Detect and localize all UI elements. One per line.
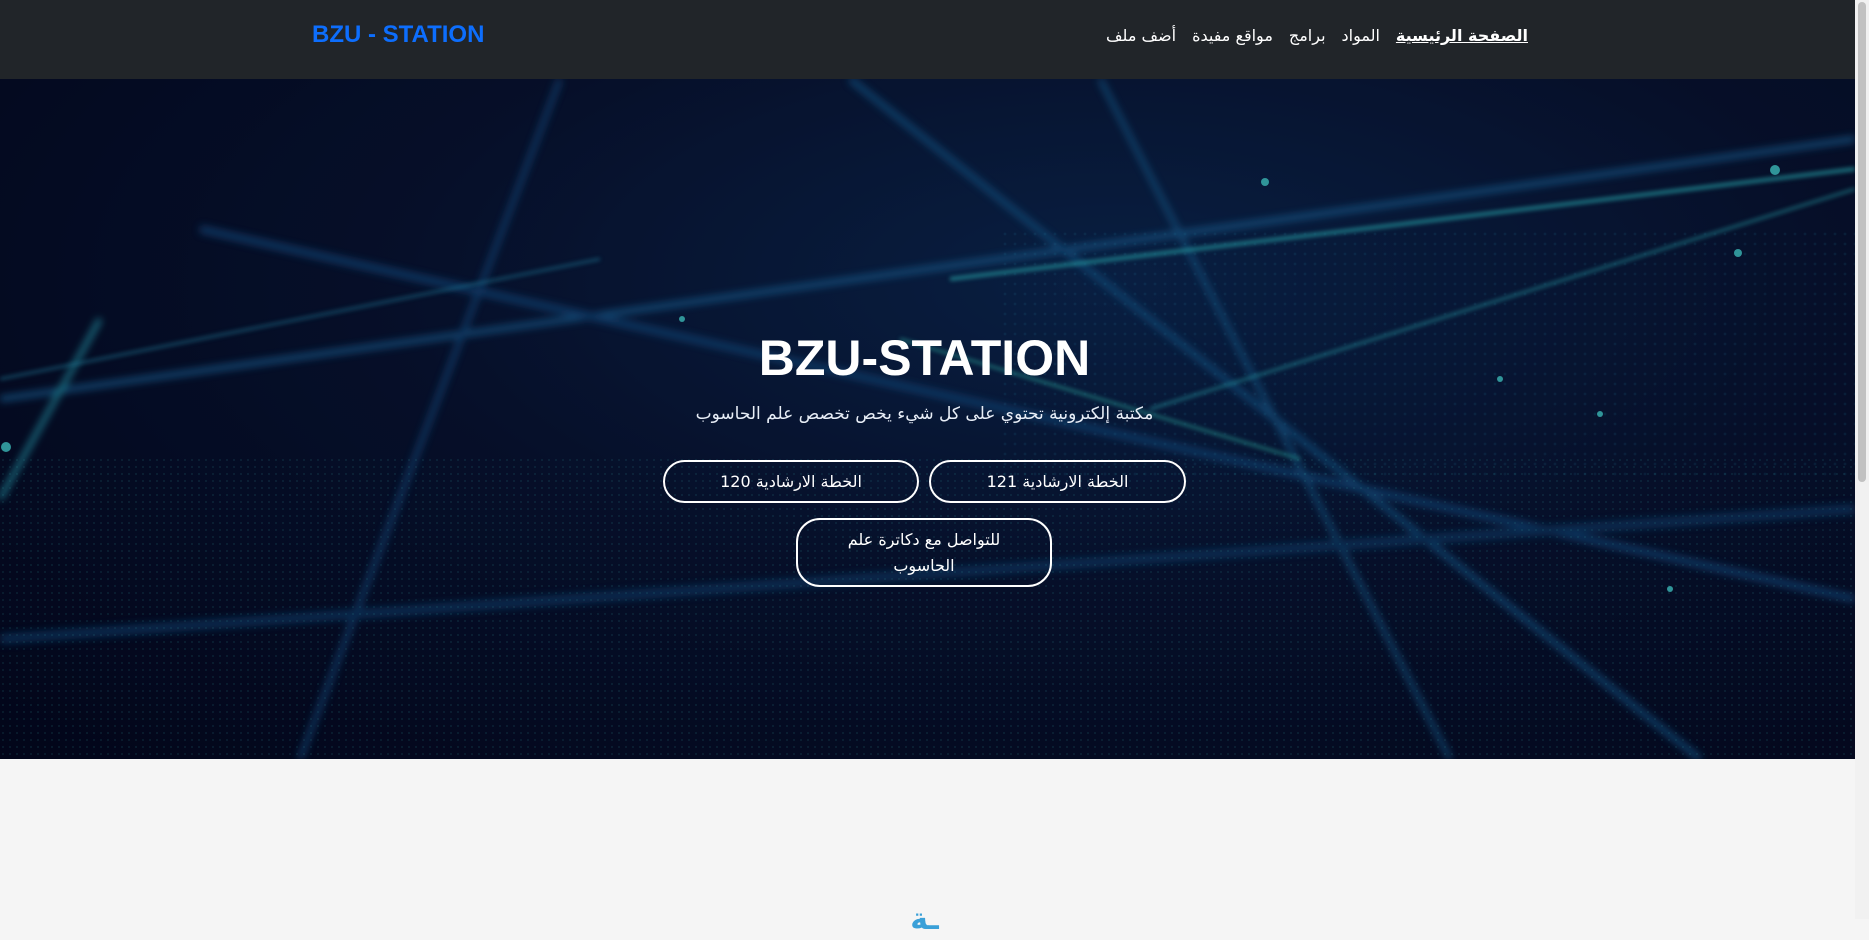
- scrollbar-thumb[interactable]: [1858, 2, 1866, 482]
- contact-cs-doctors-button[interactable]: للتواصل مع دكاترة علم الحاسوب: [796, 518, 1052, 587]
- study-plan-120-button[interactable]: الخطة الارشادية 120: [663, 460, 919, 503]
- nav-link-home[interactable]: الصفحة الرئيسية: [1396, 24, 1528, 48]
- study-plan-121-button[interactable]: الخطة الارشادية 121: [929, 460, 1186, 503]
- brand-logo-link[interactable]: BZU - STATION: [312, 21, 484, 49]
- nav-link-useful-sites[interactable]: مواقع مفيدة: [1192, 24, 1273, 48]
- nav-link-programs[interactable]: برامج: [1289, 24, 1326, 48]
- hero-title: BZU-STATION: [758, 330, 1091, 386]
- next-section-heading: ـة: [910, 902, 939, 937]
- hero-content: BZU-STATION مكتبة إلكترونية تحتوي على كل…: [0, 79, 1855, 759]
- nav-link-add-file[interactable]: أضف ملف: [1106, 24, 1176, 48]
- nav-link-courses[interactable]: المواد: [1342, 24, 1380, 48]
- hero-subtitle: مكتبة إلكترونية تحتوي على كل شيء يخص تخص…: [695, 404, 1154, 424]
- hero-section: BZU-STATION مكتبة إلكترونية تحتوي على كل…: [0, 79, 1855, 759]
- top-navbar: BZU - STATION أضف ملف مواقع مفيدة برامج …: [0, 0, 1855, 79]
- nav-links: أضف ملف مواقع مفيدة برامج المواد الصفحة …: [1106, 24, 1528, 48]
- page-scrollbar[interactable]: [1855, 0, 1869, 919]
